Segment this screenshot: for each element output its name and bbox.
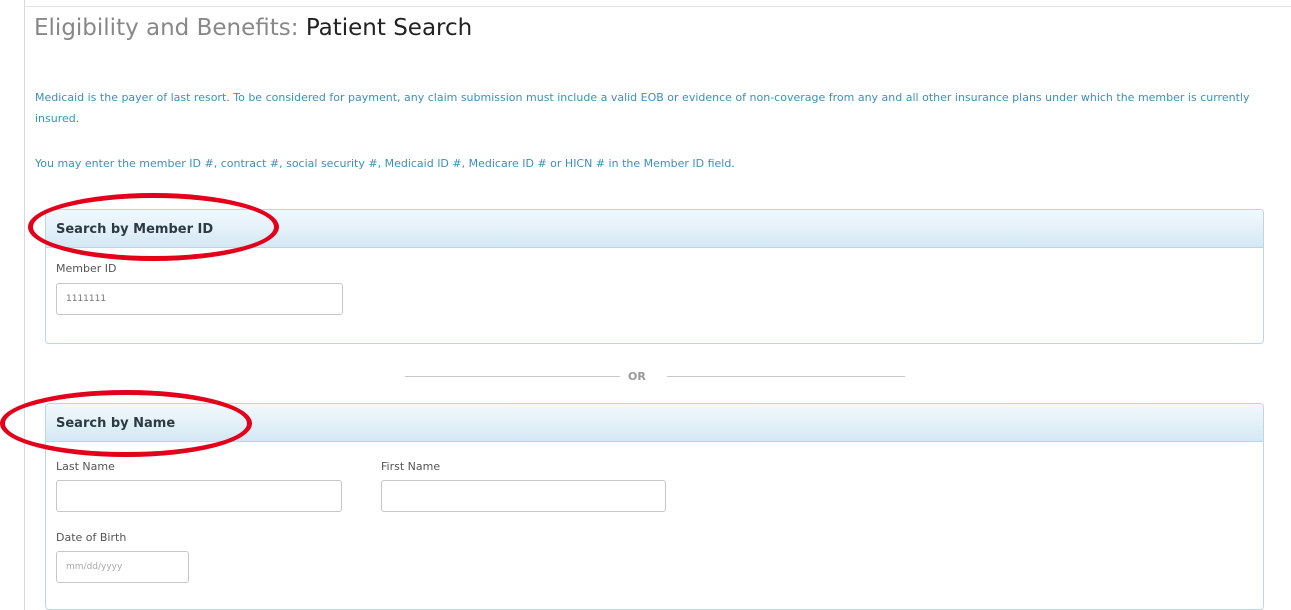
last-name-input[interactable] <box>56 480 342 512</box>
name-panel-title: Search by Name <box>56 416 176 431</box>
member-id-help-text: You may enter the member ID #, contract … <box>35 157 735 170</box>
date-of-birth-input[interactable] <box>56 551 189 583</box>
separator-line-left <box>405 376 620 377</box>
first-name-input[interactable] <box>381 480 666 512</box>
member-id-input[interactable] <box>56 283 343 315</box>
member-id-panel-header: Search by Member ID <box>46 210 1263 248</box>
content-top-border <box>24 6 1291 7</box>
page-title-prefix: Eligibility and Benefits: <box>34 15 299 41</box>
member-id-label: Member ID <box>56 262 117 275</box>
separator-line-right <box>667 376 905 377</box>
page-title-main: Patient Search <box>305 15 473 41</box>
first-name-label: First Name <box>381 460 441 473</box>
member-id-panel-title: Search by Member ID <box>56 222 214 237</box>
patient-search-page: Eligibility and Benefits: Patient Search… <box>0 0 1291 610</box>
medicaid-notice: Medicaid is the payer of last resort. To… <box>35 91 1250 125</box>
page-title: Eligibility and Benefits: Patient Search <box>34 15 472 41</box>
name-search-panel: Search by Name Last Name First Name Date… <box>45 403 1264 610</box>
last-name-label: Last Name <box>56 460 115 473</box>
date-of-birth-label: Date of Birth <box>56 531 127 544</box>
name-panel-header: Search by Name <box>46 404 1263 442</box>
or-separator: OR <box>628 370 646 383</box>
member-id-search-panel: Search by Member ID Member ID <box>45 209 1264 344</box>
content-left-border <box>24 0 25 610</box>
